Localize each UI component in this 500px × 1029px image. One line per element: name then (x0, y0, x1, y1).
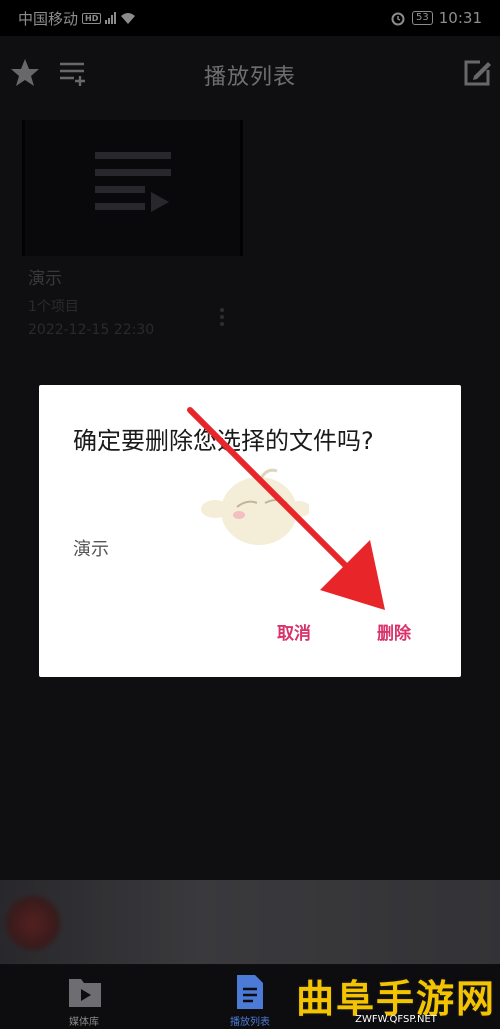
dialog-message: 演示 (73, 539, 109, 560)
annotation-arrow-icon (187, 407, 385, 610)
document-list-icon (237, 975, 263, 1009)
nav-playlist[interactable]: 播放列表 (222, 971, 278, 1028)
nav-media-label: 媒体库 (69, 1017, 99, 1028)
watermark-url: ZWFW.QFSP.NET (355, 1014, 437, 1025)
cancel-button[interactable]: 取消 (265, 619, 323, 649)
nav-playlist-label: 播放列表 (230, 1017, 270, 1028)
folder-play-icon (69, 979, 101, 1007)
site-watermark: 曲阜手游网 ZWFW.QFSP.NET (292, 968, 500, 1029)
nav-media-library[interactable]: 媒体库 (56, 971, 112, 1028)
delete-button[interactable]: 删除 (365, 619, 423, 649)
